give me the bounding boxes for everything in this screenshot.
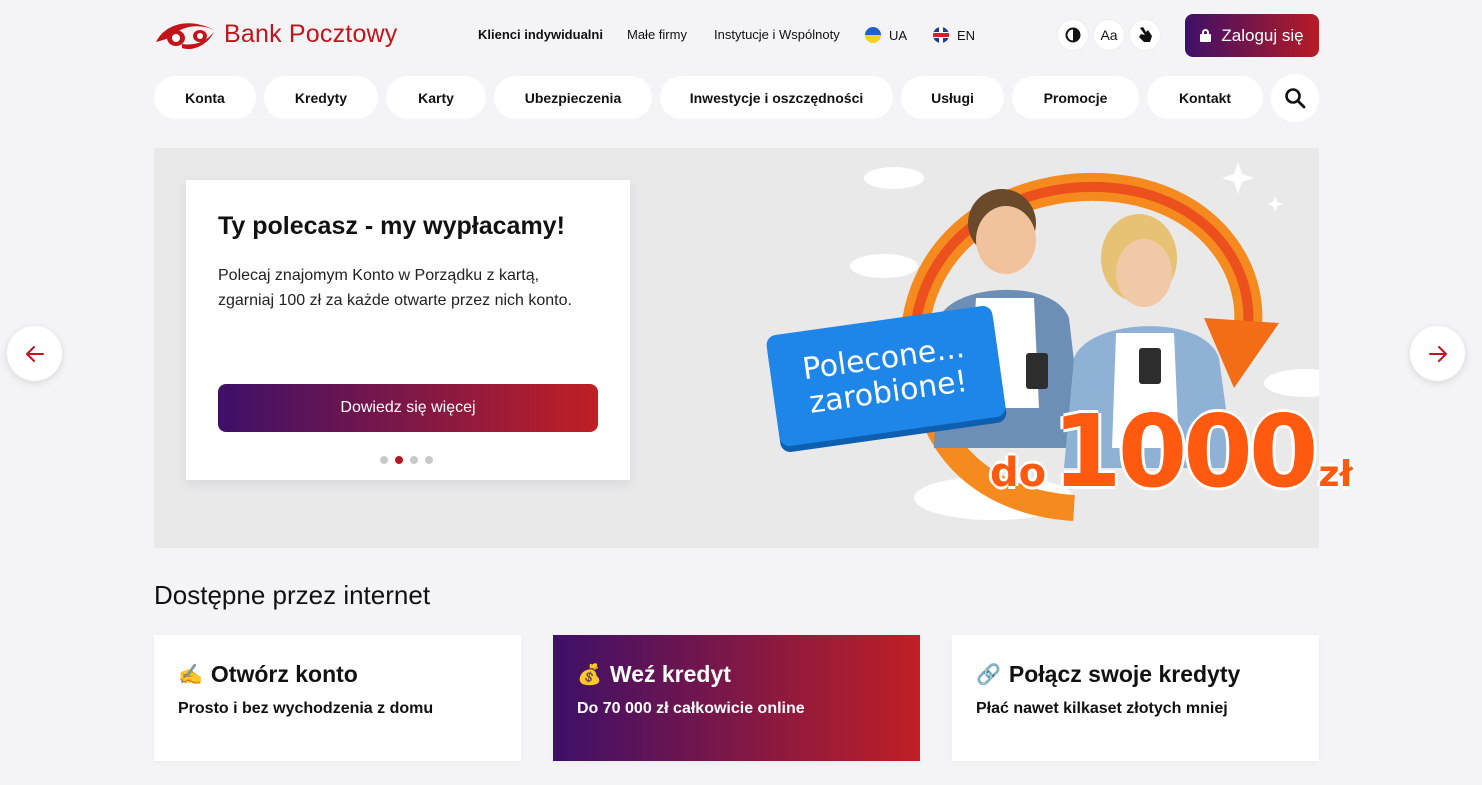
- carousel-dots: [380, 456, 433, 464]
- carousel-next-button[interactable]: [1410, 326, 1465, 381]
- tile-subtitle: Prosto i bez wychodzenia z domu: [178, 700, 434, 717]
- tile-subtitle: Do 70 000 zł całkowicie online: [577, 700, 805, 717]
- learn-more-button[interactable]: Dowiedz się więcej: [218, 384, 598, 432]
- font-size-label: Aa: [1100, 27, 1118, 43]
- carousel-dot[interactable]: [380, 456, 388, 464]
- bank-logo-mark-icon: [156, 23, 214, 50]
- carousel-dot[interactable]: [410, 456, 418, 464]
- menu-item-konta[interactable]: Konta: [154, 76, 256, 119]
- link-icon: 🔗: [976, 664, 1001, 686]
- tile-title: Połącz swoje kredyty: [1008, 661, 1241, 687]
- tile-consolidate-loans[interactable]: 🔗 Połącz swoje kredyty Płać nawet kilkas…: [952, 635, 1319, 761]
- language-ua-label: UA: [889, 27, 908, 43]
- tile-subtitle: Płać nawet kilkaset złotych mniej: [976, 700, 1228, 717]
- money-bag-icon: 💰: [577, 664, 602, 686]
- font-size-button[interactable]: Aa: [1093, 19, 1125, 51]
- menu-item-ubezpieczenia[interactable]: Ubezpieczenia: [494, 76, 652, 119]
- tile-title: Weź kredyt: [609, 661, 731, 687]
- hero-title: Ty polecasz - my wypłacamy!: [218, 212, 565, 240]
- tile-open-account[interactable]: ✍️ Otwórz konto Prosto i bez wychodzenia…: [154, 635, 521, 761]
- bank-logo[interactable]: Bank Pocztowy: [152, 14, 398, 54]
- carousel-dot[interactable]: [425, 456, 433, 464]
- promo-amount-value: 1000: [1052, 393, 1318, 510]
- topnav-instytucje[interactable]: Instytucje i Wspólnoty: [714, 27, 840, 42]
- uk-flag-icon: [933, 27, 949, 43]
- contrast-icon: [1065, 27, 1081, 43]
- lock-icon: [1200, 29, 1212, 42]
- arrow-right-icon: [1428, 345, 1447, 362]
- carousel-prev-button[interactable]: [7, 326, 62, 381]
- menu-item-uslugi[interactable]: Usługi: [901, 76, 1004, 119]
- menu-item-kredyty[interactable]: Kredyty: [264, 76, 378, 119]
- menu-item-kontakt[interactable]: Kontakt: [1147, 76, 1263, 119]
- language-en-label: EN: [957, 27, 976, 43]
- promo-prefix: do: [990, 450, 1047, 496]
- tile-take-loan[interactable]: 💰 Weź kredyt Do 70 000 zł całkowicie onl…: [553, 635, 920, 761]
- topnav-male-firmy[interactable]: Małe firmy: [627, 27, 687, 42]
- promo-currency: zł: [1318, 454, 1353, 495]
- carousel-dot-active[interactable]: [395, 456, 403, 464]
- tile-title: Otwórz konto: [210, 661, 358, 687]
- search-icon: [1285, 88, 1306, 109]
- language-ua[interactable]: UA: [865, 27, 907, 43]
- ukraine-flag-icon: [865, 27, 881, 43]
- sign-language-icon: [1139, 27, 1152, 42]
- sign-language-button[interactable]: [1129, 19, 1161, 51]
- language-en[interactable]: EN: [933, 27, 975, 43]
- promo-amount: do 1000 zł: [990, 402, 1353, 502]
- menu-item-karty[interactable]: Karty: [386, 76, 486, 119]
- menu-item-promocje[interactable]: Promocje: [1012, 76, 1139, 119]
- hero-card: Ty polecasz - my wypłacamy! Polecaj znaj…: [186, 180, 630, 480]
- bank-name: Bank Pocztowy: [224, 19, 398, 48]
- contrast-button[interactable]: [1057, 19, 1089, 51]
- search-button[interactable]: [1271, 74, 1319, 122]
- login-label: Zaloguj się: [1221, 25, 1304, 45]
- login-button[interactable]: Zaloguj się: [1185, 14, 1319, 57]
- section-title-online: Dostępne przez internet: [154, 580, 431, 610]
- topnav-klienci-indywidualni[interactable]: Klienci indywidualni: [478, 27, 603, 42]
- arrow-left-icon: [25, 345, 44, 362]
- writing-hand-icon: ✍️: [178, 664, 203, 686]
- menu-item-inwestycje[interactable]: Inwestycje i oszczędności: [660, 76, 893, 119]
- hero-text: Polecaj znajomym Konto w Porządku z kart…: [218, 267, 572, 309]
